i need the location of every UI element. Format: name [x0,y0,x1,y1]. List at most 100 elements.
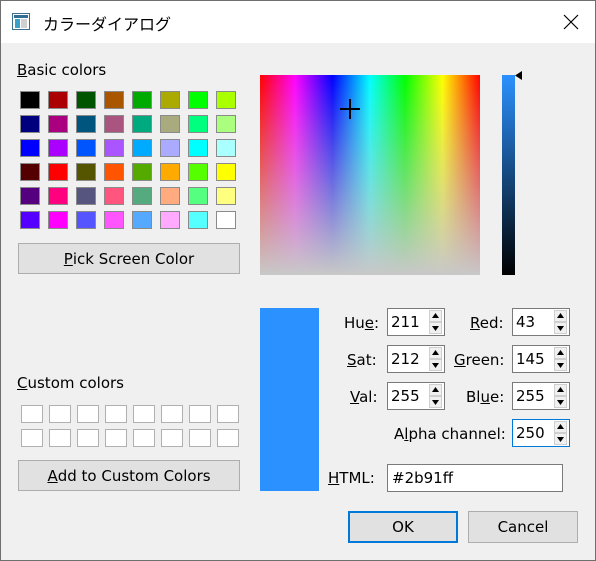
basic-color-swatch[interactable] [132,115,152,133]
custom-color-slot[interactable] [189,405,211,423]
basic-color-swatch[interactable] [104,163,124,181]
spin-up-icon[interactable] [554,310,567,322]
custom-color-slot[interactable] [105,405,127,423]
custom-color-slot[interactable] [161,429,183,447]
basic-color-swatch[interactable] [104,187,124,205]
spin-up-icon[interactable] [429,310,442,322]
basic-color-swatch[interactable] [160,115,180,133]
sat-spinbox[interactable]: 212 [387,345,445,373]
hue-spinbox[interactable]: 211 [387,308,445,336]
basic-color-swatch[interactable] [48,115,68,133]
red-stepper[interactable] [552,309,569,335]
basic-color-swatch[interactable] [132,211,152,229]
spin-down-icon[interactable] [429,396,442,408]
alpha-spinbox[interactable]: 250 [512,419,570,447]
spin-up-icon[interactable] [554,347,567,359]
basic-color-swatch[interactable] [20,139,40,157]
custom-color-slot[interactable] [21,429,43,447]
basic-color-swatch[interactable] [48,163,68,181]
basic-color-swatch[interactable] [104,211,124,229]
blue-stepper[interactable] [552,383,569,409]
custom-color-slot[interactable] [49,429,71,447]
spin-down-icon[interactable] [429,359,442,371]
basic-color-swatch[interactable] [76,91,96,109]
basic-color-swatch[interactable] [20,115,40,133]
basic-color-swatch[interactable] [20,91,40,109]
basic-color-swatch[interactable] [104,91,124,109]
hue-stepper[interactable] [427,309,444,335]
pick-screen-color-button[interactable]: Pick Screen Color [18,243,240,274]
red-spinbox[interactable]: 43 [512,308,570,336]
green-spinbox[interactable]: 145 [512,345,570,373]
custom-color-slot[interactable] [217,405,239,423]
basic-color-swatch[interactable] [160,163,180,181]
basic-color-swatch[interactable] [188,211,208,229]
custom-color-slot[interactable] [49,405,71,423]
basic-color-swatch[interactable] [216,115,236,133]
basic-color-swatch[interactable] [160,211,180,229]
spin-up-icon[interactable] [554,384,567,396]
spin-down-icon[interactable] [429,322,442,334]
html-input[interactable]: #2b91ff [387,464,563,492]
custom-color-slot[interactable] [77,405,99,423]
basic-color-swatch[interactable] [160,139,180,157]
basic-color-swatch[interactable] [188,139,208,157]
add-to-custom-colors-button[interactable]: Add to Custom Colors [18,460,240,491]
basic-color-swatch[interactable] [76,163,96,181]
blue-spinbox[interactable]: 255 [512,382,570,410]
custom-color-slot[interactable] [133,429,155,447]
basic-color-swatch[interactable] [216,187,236,205]
hue-saturation-picker[interactable] [260,75,480,275]
basic-color-swatch[interactable] [216,91,236,109]
green-stepper[interactable] [552,346,569,372]
basic-color-swatch[interactable] [216,139,236,157]
spin-up-icon[interactable] [429,347,442,359]
basic-color-swatch[interactable] [76,187,96,205]
basic-color-swatch[interactable] [48,91,68,109]
basic-color-swatch[interactable] [132,187,152,205]
basic-color-swatch[interactable] [132,139,152,157]
spin-up-icon[interactable] [554,421,567,433]
basic-color-swatch[interactable] [160,91,180,109]
basic-color-swatch[interactable] [76,211,96,229]
luminance-pointer-icon[interactable] [515,71,522,80]
spin-down-icon[interactable] [554,322,567,334]
basic-color-swatch[interactable] [76,115,96,133]
basic-color-swatch[interactable] [216,211,236,229]
luminance-slider[interactable] [502,75,515,275]
basic-color-swatch[interactable] [104,139,124,157]
basic-color-swatch[interactable] [188,91,208,109]
basic-color-swatch[interactable] [20,187,40,205]
basic-color-swatch[interactable] [104,115,124,133]
custom-color-slot[interactable] [161,405,183,423]
basic-color-swatch[interactable] [20,163,40,181]
spin-down-icon[interactable] [554,359,567,371]
spin-down-icon[interactable] [554,396,567,408]
spin-down-icon[interactable] [554,433,567,445]
custom-color-slot[interactable] [189,429,211,447]
basic-color-swatch[interactable] [76,139,96,157]
cancel-button[interactable]: Cancel [468,511,578,543]
basic-color-swatch[interactable] [160,187,180,205]
basic-color-swatch[interactable] [188,187,208,205]
basic-color-swatch[interactable] [48,211,68,229]
basic-color-swatch[interactable] [188,115,208,133]
custom-color-slot[interactable] [105,429,127,447]
basic-color-swatch[interactable] [48,139,68,157]
close-icon[interactable] [549,4,593,40]
val-spinbox[interactable]: 255 [387,382,445,410]
spin-up-icon[interactable] [429,384,442,396]
val-stepper[interactable] [427,383,444,409]
basic-color-swatch[interactable] [216,163,236,181]
basic-color-swatch[interactable] [20,211,40,229]
basic-color-swatch[interactable] [188,163,208,181]
basic-color-swatch[interactable] [132,91,152,109]
alpha-stepper[interactable] [552,420,569,446]
sat-stepper[interactable] [427,346,444,372]
basic-color-swatch[interactable] [132,163,152,181]
custom-color-slot[interactable] [133,405,155,423]
custom-color-slot[interactable] [77,429,99,447]
custom-color-slot[interactable] [21,405,43,423]
custom-color-slot[interactable] [217,429,239,447]
ok-button[interactable]: OK [348,511,458,543]
